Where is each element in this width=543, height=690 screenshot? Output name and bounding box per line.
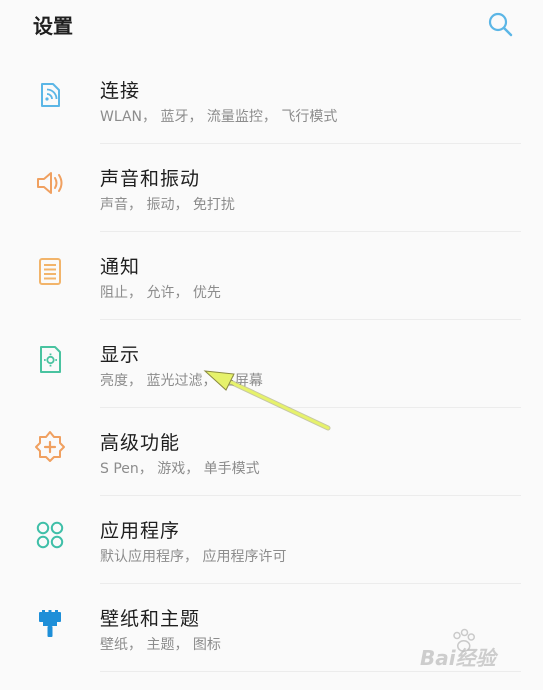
settings-item-notifications[interactable]: 通知 阻止， 允许， 优先 (0, 232, 543, 320)
item-title: 应用程序 (100, 520, 181, 542)
item-subtitle: 壁纸， 主题， 图标 (100, 637, 221, 653)
settings-item-apps[interactable]: 应用程序 默认应用程序， 应用程序许可 (0, 496, 543, 584)
settings-item-advanced-features[interactable]: 高级功能 S Pen， 游戏， 单手模式 (0, 408, 543, 496)
item-subtitle: 阻止， 允许， 优先 (100, 285, 221, 301)
sound-icon (33, 166, 67, 200)
wallpaper-icon (33, 606, 67, 640)
page-title: 设置 (33, 14, 73, 38)
connection-icon (33, 78, 67, 112)
settings-item-connections[interactable]: 连接 WLAN， 蓝牙， 流量监控， 飞行模式 (0, 56, 543, 144)
watermark-text: Bai经验 (420, 646, 496, 670)
settings-item-sound[interactable]: 声音和振动 声音， 振动， 免打扰 (0, 144, 543, 232)
item-subtitle: WLAN， 蓝牙， 流量监控， 飞行模式 (100, 109, 338, 125)
item-subtitle: S Pen， 游戏， 单手模式 (100, 461, 260, 477)
display-icon (33, 342, 67, 376)
advanced-features-icon (33, 430, 67, 464)
item-subtitle: 默认应用程序， 应用程序许可 (100, 549, 287, 565)
search-button[interactable] (486, 10, 514, 38)
header: 设置 (0, 0, 543, 52)
notification-icon (33, 254, 67, 288)
item-title: 显示 (100, 344, 141, 366)
watermark: Bai经验 (420, 628, 530, 678)
item-subtitle: 声音， 振动， 免打扰 (100, 197, 235, 213)
settings-screen: 设置 连接 WLAN， 蓝牙， 流量监控， 飞行模式 声音和振动 声音， 振动，… (0, 0, 543, 690)
item-title: 高级功能 (100, 432, 181, 454)
item-title: 通知 (100, 256, 141, 278)
item-title: 壁纸和主题 (100, 608, 201, 630)
search-icon (488, 12, 513, 37)
item-subtitle: 亮度， 蓝光过滤， 主屏幕 (100, 373, 263, 389)
item-title: 声音和振动 (100, 168, 201, 190)
item-title: 连接 (100, 80, 141, 102)
apps-icon (33, 518, 67, 552)
settings-item-display[interactable]: 显示 亮度， 蓝光过滤， 主屏幕 (0, 320, 543, 408)
